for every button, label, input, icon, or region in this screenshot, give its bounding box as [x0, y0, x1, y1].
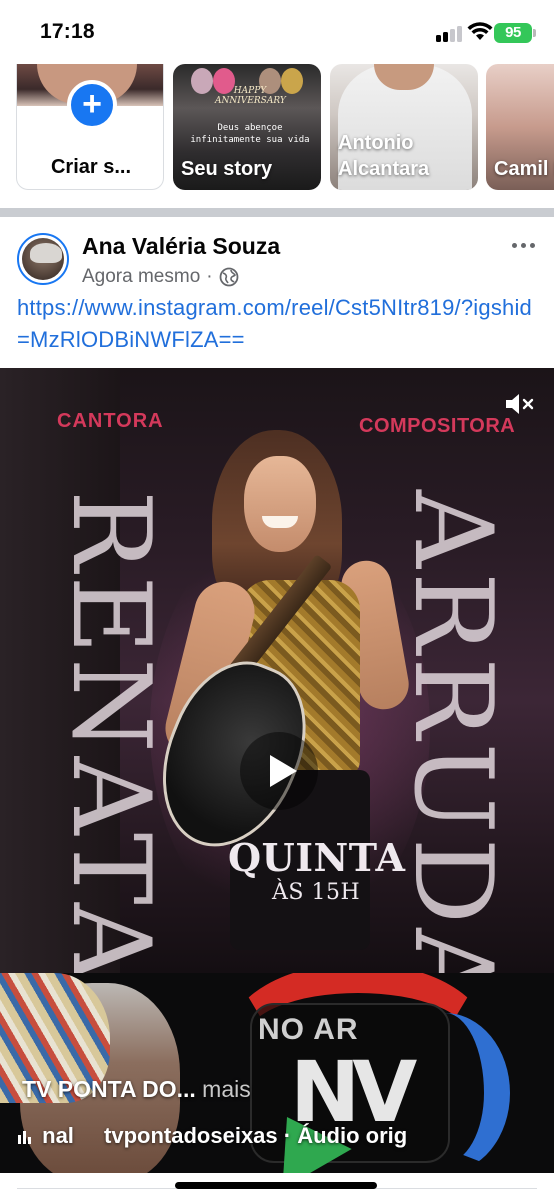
create-story-card[interactable]: + Criar s... [16, 64, 164, 190]
vertical-name-left: RENATA [48, 490, 173, 985]
stories-tray[interactable]: + Criar s... HAPPY ANNIVERSARY Deus aben… [0, 64, 554, 194]
reel-caption[interactable]: TV PONTA DO... mais [22, 1076, 251, 1103]
story-card-seu-story[interactable]: HAPPY ANNIVERSARY Deus abençoe infinitam… [173, 64, 321, 190]
meta-separator: · [206, 266, 213, 287]
event-day: QUINTA [228, 835, 406, 880]
audio-separator: · [283, 1123, 292, 1148]
story-label: Camil Buriti [494, 158, 554, 180]
logo-text: NO AR [258, 1013, 359, 1046]
equalizer-icon [18, 1131, 31, 1144]
feed-divider [0, 208, 554, 217]
status-bar: 17:18 95 [0, 0, 554, 64]
event-time: ÀS 15H [272, 880, 361, 905]
post-link[interactable]: https://www.instagram.com/reel/Cst5NItr8… [17, 292, 537, 356]
story-label: Seu story [181, 158, 273, 180]
home-indicator[interactable] [175, 1182, 377, 1189]
audio-account[interactable]: tvpontadoseixas [104, 1123, 278, 1148]
more-dots-icon[interactable] [510, 236, 538, 256]
wifi-icon [467, 22, 493, 40]
story-card-text: HAPPY ANNIVERSARY [215, 86, 286, 106]
globe-icon [219, 267, 239, 287]
audio-prefix: nal [42, 1123, 74, 1148]
story-label: Antonio Alcantara [338, 132, 430, 180]
story-card-camil[interactable]: Camil Buriti [486, 64, 554, 190]
see-more-link[interactable]: mais [202, 1076, 251, 1102]
battery-icon: 95 [494, 23, 536, 43]
post-author[interactable]: Ana Valéria Souza [82, 233, 280, 260]
plus-icon[interactable]: + [67, 80, 117, 130]
signal-icon [436, 24, 464, 42]
audio-row[interactable]: nal tvpontadoseixas · Áudio orig [18, 1123, 554, 1153]
status-time: 17:18 [40, 20, 95, 43]
tag-cantora: CANTORA [57, 410, 164, 432]
story-card-caption: Deus abençoe infinitamente sua vida [190, 123, 310, 145]
speaker-muted-icon[interactable] [504, 390, 536, 418]
story-card-antonio[interactable]: Antonio Alcantara [330, 64, 478, 190]
post-meta: Agora mesmo · [82, 266, 239, 288]
tag-compositora: COMPOSITORA [359, 415, 516, 437]
create-story-label: Criar s... [50, 156, 132, 178]
reel-caption-text: TV PONTA DO... [22, 1076, 196, 1102]
avatar[interactable] [17, 233, 69, 285]
play-icon[interactable] [240, 732, 318, 810]
audio-label[interactable]: Áudio orig [297, 1123, 407, 1148]
vertical-name-right: ARRUDA [390, 490, 515, 1011]
post-time[interactable]: Agora mesmo [82, 266, 200, 288]
